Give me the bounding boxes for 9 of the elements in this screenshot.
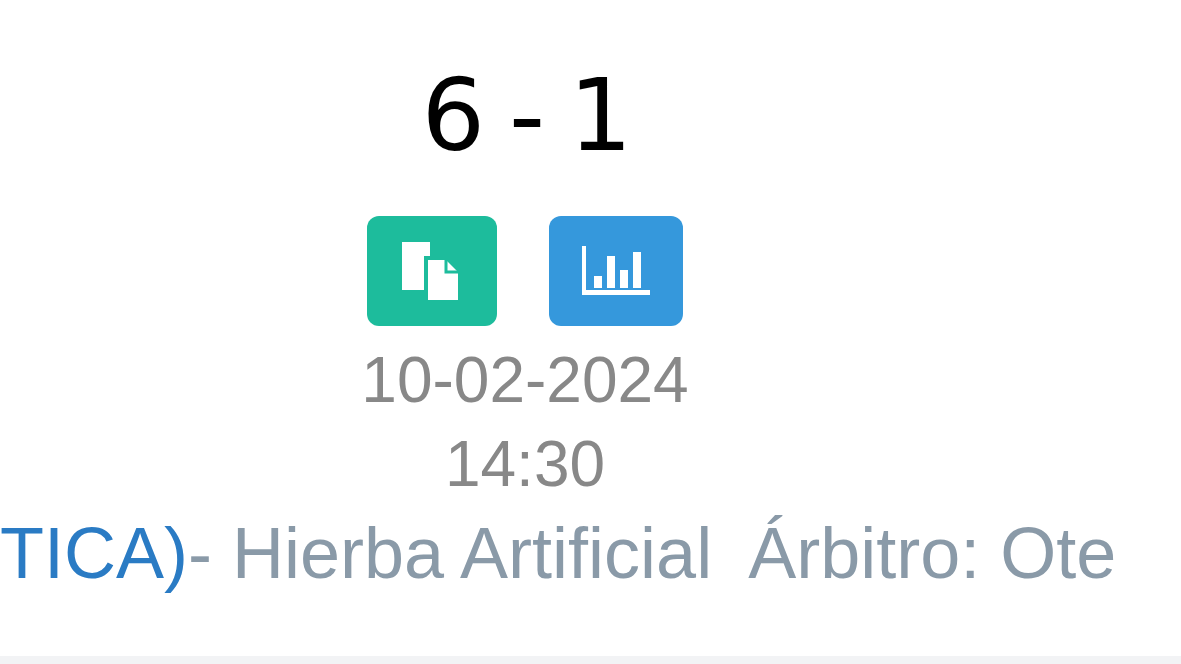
referee-label: Árbitro: Ote [748, 514, 1117, 594]
pitch-surface: - Hierba Artificial [188, 514, 713, 594]
stats-button[interactable] [549, 216, 683, 326]
match-date: 10-02-2024 [361, 348, 689, 412]
bar-chart-icon [582, 246, 650, 296]
copy-button[interactable] [367, 216, 497, 326]
venue-link[interactable]: TICA) [0, 514, 188, 594]
match-score: 6 - 1 [421, 66, 629, 166]
match-time: 14:30 [444, 432, 606, 496]
